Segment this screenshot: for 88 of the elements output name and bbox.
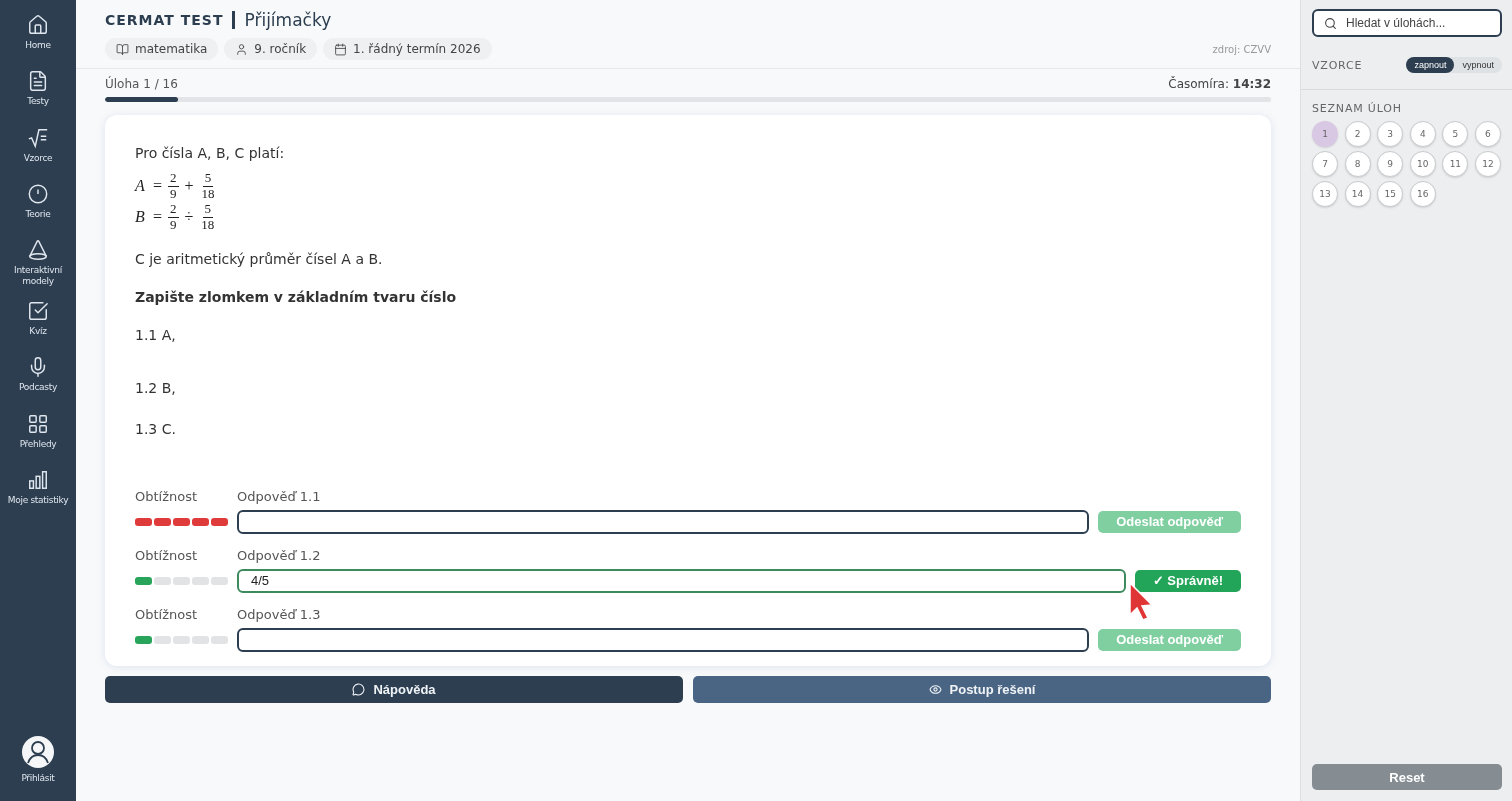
difficulty-segment [154, 576, 171, 585]
task-part: 1.3 C. [135, 420, 177, 437]
tag-chip: 9. ročník [224, 38, 318, 60]
search-field[interactable]: Hledat v úlohách... [1312, 9, 1502, 37]
nav-item[interactable]: Interaktivní modely [2, 239, 74, 287]
section-title: SEZNAM ÚLOH [1312, 102, 1403, 115]
speech-bubble-icon [352, 682, 366, 696]
task-number[interactable]: 3 [1377, 121, 1404, 147]
answer-label: Odpověď 1.1 [237, 488, 322, 504]
nav-item[interactable]: Přehledy [2, 412, 74, 450]
difficulty-segment [154, 635, 171, 644]
eye-icon [928, 682, 942, 696]
fraction: 5 18 [200, 201, 216, 233]
solution-button[interactable]: Postup řešení [693, 675, 1271, 703]
search-icon [1324, 17, 1337, 30]
tag-chip: matematika [105, 38, 219, 60]
task-number[interactable]: 11 [1442, 151, 1469, 177]
hint-button[interactable]: Nápověda [105, 675, 683, 703]
difficulty-segment [173, 576, 190, 585]
nav-item[interactable]: Kvíz [2, 300, 74, 337]
grid-icon [27, 412, 49, 435]
nav-item[interactable]: Podcasty [2, 356, 74, 393]
difficulty-segment [173, 517, 190, 526]
login-item[interactable]: Přihlásit [2, 734, 74, 783]
task-part: 1.1 A, [135, 326, 177, 343]
timer: Časomíra: 14:32 [1168, 77, 1271, 91]
difficulty-segment [211, 517, 228, 526]
toggle-option[interactable]: zapnout [1406, 57, 1455, 73]
task-number[interactable]: 14 [1344, 181, 1371, 207]
task-number[interactable]: 13 [1312, 181, 1338, 207]
difficulty-segment [173, 635, 190, 644]
difficulty-label: Obtížnost [135, 547, 199, 563]
fraction: 5 18 [200, 171, 216, 202]
square-root-icon [27, 126, 49, 149]
difficulty-segment [192, 576, 209, 585]
nav-item[interactable]: Vzorce [2, 126, 74, 164]
task-number[interactable]: 8 [1344, 151, 1371, 177]
task-text: C je aritmetický průměr čísel A a B. [135, 250, 384, 267]
section-title: VZORCE [1312, 58, 1363, 72]
answer-label: Odpověď 1.2 [237, 547, 322, 563]
task-number[interactable]: 10 [1409, 151, 1436, 177]
task-counter: Úloha 1 / 16 [105, 77, 178, 91]
task-number[interactable]: 9 [1377, 151, 1404, 177]
book-icon [116, 42, 129, 56]
answer-field[interactable] [237, 509, 1090, 534]
person-icon [235, 42, 249, 56]
task-number[interactable]: 12 [1474, 151, 1501, 177]
task-number[interactable]: 4 [1409, 121, 1436, 147]
answer-field[interactable] [237, 627, 1090, 652]
fraction: 2 9 [168, 201, 179, 233]
document-icon [27, 70, 49, 93]
difficulty-label: Obtížnost [135, 488, 199, 504]
circle-icon [27, 183, 49, 206]
task-part: 1.2 B, [135, 379, 177, 396]
difficulty-segment [211, 635, 228, 644]
difficulty-segment [192, 517, 209, 526]
toggle-option[interactable]: vypnout [1454, 57, 1502, 73]
task-number[interactable]: 2 [1344, 121, 1371, 147]
difficulty-segment [192, 635, 209, 644]
task-number[interactable]: 5 [1442, 121, 1469, 147]
nav-item[interactable]: Teorie [2, 183, 74, 220]
task-instruction: Zapište zlomkem v základním tvaru číslo [135, 288, 458, 305]
difficulty-segment [154, 517, 171, 526]
avatar-icon [21, 734, 55, 769]
nav-item[interactable]: Home [2, 14, 74, 51]
calendar-icon [334, 42, 348, 56]
nav-item[interactable]: Moje statistiky [2, 469, 74, 506]
brand: CERMAT TEST [105, 12, 224, 28]
reset-button[interactable]: Reset [1312, 764, 1502, 790]
difficulty-segment [211, 576, 228, 585]
task-number[interactable]: 15 [1377, 181, 1404, 207]
tag-chip: 1. řádný termín 2026 [323, 38, 492, 60]
nav-item[interactable]: Testy [2, 70, 74, 107]
page-title: Přijímačky [244, 10, 332, 30]
task-number[interactable]: 1 [1312, 121, 1338, 147]
task-number[interactable]: 6 [1474, 121, 1501, 147]
task-number[interactable]: 16 [1409, 181, 1436, 207]
difficulty-label: Obtížnost [135, 606, 199, 622]
source-text: zdroj: CZVV [1212, 43, 1271, 55]
answer-field[interactable]: 4/5 [237, 568, 1126, 593]
bar-chart-icon [27, 469, 49, 492]
task-text: Pro čísla A, B, C platí: [135, 145, 286, 161]
home-icon [27, 14, 49, 36]
fraction: 2 9 [168, 171, 179, 202]
checkbox-icon [27, 300, 49, 323]
answer-label: Odpověď 1.3 [237, 606, 322, 622]
task-number[interactable]: 7 [1312, 151, 1338, 177]
cone-icon [27, 239, 49, 262]
